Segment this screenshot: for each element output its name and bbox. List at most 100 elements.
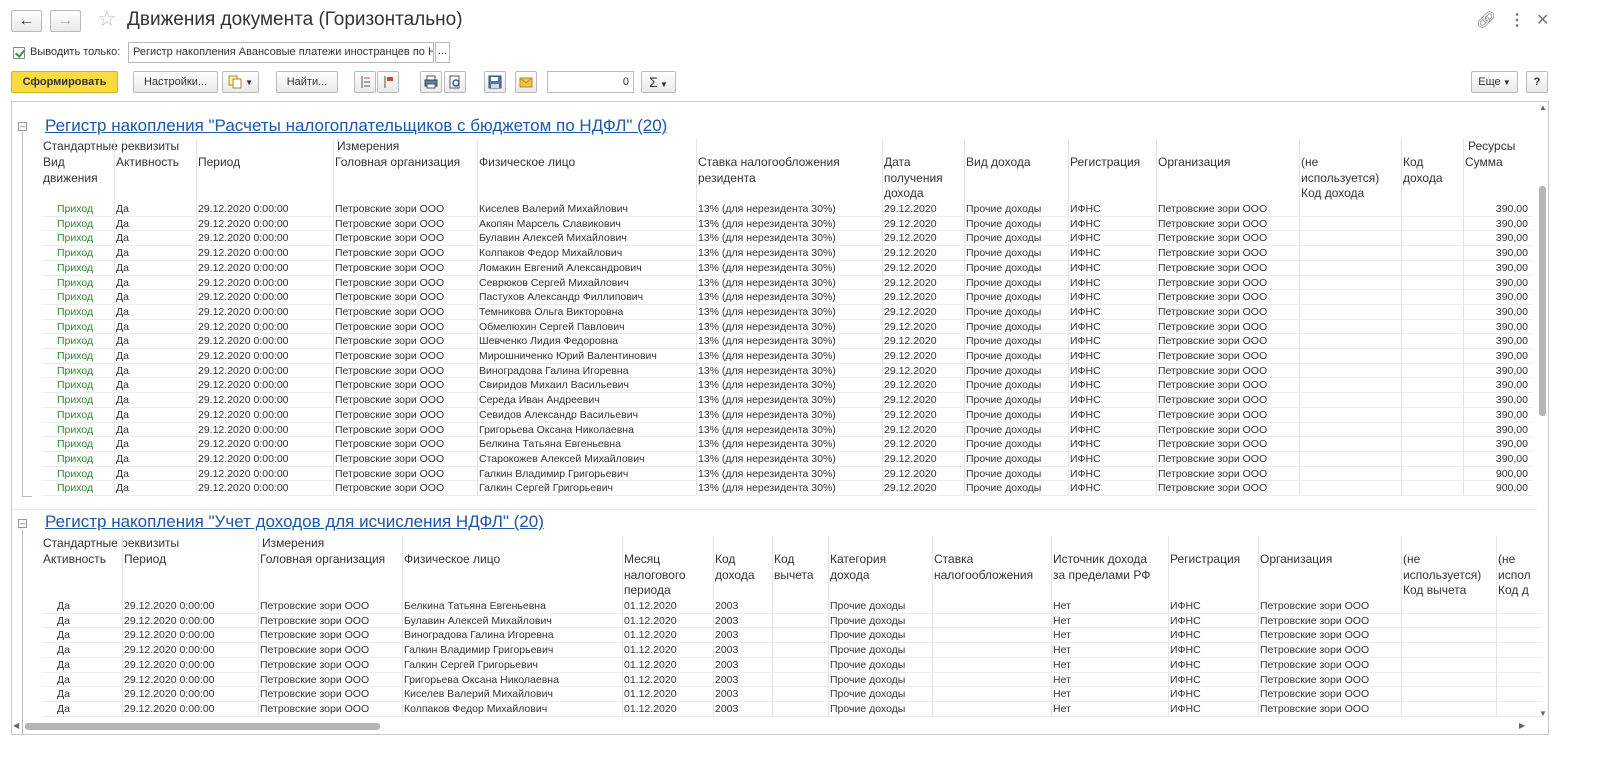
table-cell[interactable]: ИФНС	[1170, 702, 1256, 717]
table-cell[interactable]: 29.12.2020	[884, 320, 962, 335]
table-cell[interactable]: Свиридов Михаил Васильевич	[479, 378, 694, 393]
table-cell[interactable]: Прочие доходы	[966, 408, 1066, 423]
table-cell[interactable]: Прочие доходы	[966, 481, 1066, 496]
table-cell[interactable]: 390,00	[1465, 246, 1528, 261]
table-cell[interactable]: Виноградова Галина Игоревна	[479, 364, 694, 379]
table-cell[interactable]: 390,00	[1465, 202, 1528, 217]
table-cell[interactable]: Булавин Алексей Михайлович	[404, 614, 620, 629]
table-cell[interactable]: 2003	[715, 687, 770, 702]
table-cell[interactable]: Петровские зори ООО	[1260, 658, 1399, 673]
table-cell[interactable]: Прочие доходы	[830, 673, 930, 688]
table-cell[interactable]: Нет	[1053, 614, 1166, 629]
table-cell[interactable]	[934, 702, 1049, 717]
table-cell[interactable]: Нет	[1053, 687, 1166, 702]
table-cell[interactable]: Приход	[57, 334, 112, 349]
table-cell[interactable]: 29.12.2020	[884, 423, 962, 438]
table-cell[interactable]: 390,00	[1465, 334, 1528, 349]
table-cell[interactable]: 29.12.2020	[884, 276, 962, 291]
table-cell[interactable]: Петровские зори ООО	[1260, 673, 1399, 688]
table-cell[interactable]: Белкина Татьяна Евгеньевна	[404, 599, 620, 614]
table-cell[interactable]: Прочие доходы	[966, 231, 1066, 246]
table-cell[interactable]	[774, 628, 826, 643]
table-cell[interactable]	[1403, 246, 1461, 261]
table-cell[interactable]: 01.12.2020	[624, 658, 711, 673]
table-cell[interactable]: Петровские зори ООО	[1158, 423, 1297, 438]
table-cell[interactable]: Ломакин Евгений Александрович	[479, 261, 694, 276]
table-cell[interactable]: Петровские зори ООО	[1260, 687, 1399, 702]
table-cell[interactable]: Прочие доходы	[966, 320, 1066, 335]
table-cell[interactable]	[934, 673, 1049, 688]
table-cell[interactable]: 29.12.2020 0:00:00	[198, 467, 331, 482]
table-cell[interactable]: Петровские зори ООО	[1158, 261, 1297, 276]
table-cell[interactable]: Прочие доходы	[966, 467, 1066, 482]
table-cell[interactable]	[934, 628, 1049, 643]
table-cell[interactable]: Петровские зори ООО	[1260, 702, 1399, 717]
table-cell[interactable]: Петровские зори ООО	[335, 202, 475, 217]
table-cell[interactable]: Петровские зори ООО	[1158, 334, 1297, 349]
table-cell[interactable]: 390,00	[1465, 378, 1528, 393]
table-cell[interactable]: Петровские зори ООО	[1158, 452, 1297, 467]
table-cell[interactable]: Прочие доходы	[830, 658, 930, 673]
table-cell[interactable]: ИФНС	[1070, 276, 1154, 291]
table-cell[interactable]: Петровские зори ООО	[1158, 305, 1297, 320]
table-cell[interactable]	[774, 702, 826, 717]
table-cell[interactable]	[1498, 702, 1538, 717]
table-cell[interactable]: Петровские зори ООО	[335, 320, 475, 335]
table-cell[interactable]	[1498, 599, 1538, 614]
expand-groups-button[interactable]	[354, 71, 376, 93]
table-cell[interactable]	[1301, 202, 1399, 217]
table-cell[interactable]: 29.12.2020 0:00:00	[198, 305, 331, 320]
table-cell[interactable]: Нет	[1053, 658, 1166, 673]
table-cell[interactable]: ИФНС	[1070, 408, 1154, 423]
table-cell[interactable]: 29.12.2020	[884, 437, 962, 452]
table-cell[interactable]: Прочие доходы	[966, 261, 1066, 276]
table-cell[interactable]: ИФНС	[1070, 364, 1154, 379]
table-cell[interactable]: 13% (для нерезидента 30%)	[698, 393, 880, 408]
table-cell[interactable]: Колпаков Федор Михайлович	[404, 702, 620, 717]
table-cell[interactable]: Петровские зори ООО	[260, 687, 400, 702]
table-cell[interactable]: Прочие доходы	[830, 643, 930, 658]
scroll-left-icon[interactable]: ◀	[13, 721, 19, 730]
table-cell[interactable]: Прочие доходы	[966, 290, 1066, 305]
table-cell[interactable]: 900,00	[1465, 467, 1528, 482]
table-cell[interactable]: Да	[116, 202, 194, 217]
table-cell[interactable]: 29.12.2020 0:00:00	[124, 673, 256, 688]
table-cell[interactable]: Петровские зори ООО	[1158, 202, 1297, 217]
table-cell[interactable]: ИФНС	[1170, 658, 1256, 673]
table-cell[interactable]	[1403, 673, 1494, 688]
table-cell[interactable]: Да	[116, 276, 194, 291]
table-cell[interactable]	[1301, 481, 1399, 496]
table-cell[interactable]: Приход	[57, 231, 112, 246]
table-cell[interactable]: 29.12.2020	[884, 290, 962, 305]
table-cell[interactable]: 29.12.2020	[884, 305, 962, 320]
table-cell[interactable]: ИФНС	[1170, 628, 1256, 643]
table-cell[interactable]: Нет	[1053, 628, 1166, 643]
table-cell[interactable]: Приход	[57, 364, 112, 379]
table-cell[interactable]: 01.12.2020	[624, 614, 711, 629]
table-cell[interactable]: Прочие доходы	[966, 246, 1066, 261]
table-cell[interactable]: Петровские зори ООО	[335, 261, 475, 276]
table-cell[interactable]: Да	[116, 481, 194, 496]
table-cell[interactable]: 01.12.2020	[624, 687, 711, 702]
table-cell[interactable]: Да	[116, 334, 194, 349]
table-cell[interactable]: Прочие доходы	[830, 614, 930, 629]
table-cell[interactable]: 390,00	[1465, 320, 1528, 335]
table-cell[interactable]: Старокожев Алексей Михайлович	[479, 452, 694, 467]
scroll-down-icon[interactable]: ▼	[1539, 709, 1547, 718]
table-cell[interactable]: Нет	[1053, 643, 1166, 658]
table-cell[interactable]: Приход	[57, 481, 112, 496]
table-cell[interactable]: 390,00	[1465, 217, 1528, 232]
table-cell[interactable]: Севрюков Сергей Михайлович	[479, 276, 694, 291]
table-cell[interactable]	[1403, 202, 1461, 217]
table-cell[interactable]: 390,00	[1465, 452, 1528, 467]
table-cell[interactable]	[1301, 349, 1399, 364]
table-cell[interactable]: Прочие доходы	[966, 423, 1066, 438]
table-cell[interactable]: 29.12.2020 0:00:00	[198, 202, 331, 217]
table-cell[interactable]: Приход	[57, 290, 112, 305]
table-cell[interactable]: Петровские зори ООО	[1260, 628, 1399, 643]
collapse-groups-button[interactable]	[377, 71, 399, 93]
table-cell[interactable]	[1403, 599, 1494, 614]
table-cell[interactable]: ИФНС	[1070, 290, 1154, 305]
table-cell[interactable]: Петровские зори ООО	[335, 378, 475, 393]
table-cell[interactable]: Приход	[57, 452, 112, 467]
